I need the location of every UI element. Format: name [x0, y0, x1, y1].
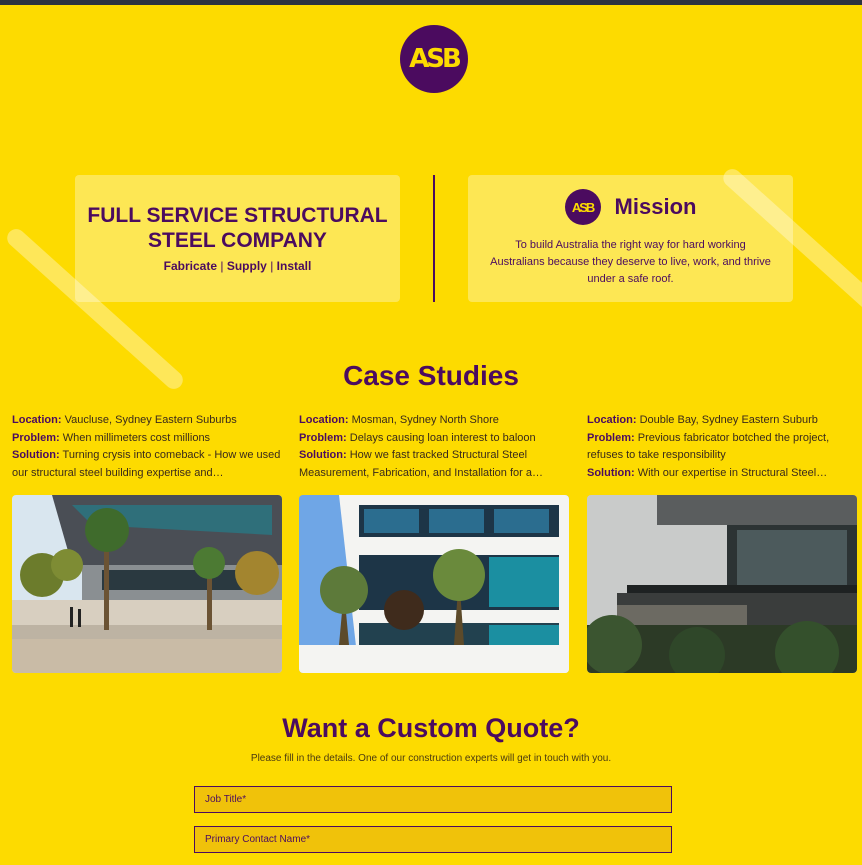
case-study-3-image[interactable]	[587, 495, 857, 673]
solution-label: Solution:	[299, 449, 347, 461]
mission-logo-text: ASB	[571, 199, 595, 215]
case-study-1-text[interactable]: Location: Vaucluse, Sydney Eastern Subur…	[12, 412, 282, 482]
vertical-divider	[433, 175, 435, 302]
services-links: Fabricate | Supply | Install	[75, 259, 400, 273]
separator: |	[220, 259, 224, 273]
quote-title: Want a Custom Quote?	[282, 713, 580, 743]
case-study-3-text[interactable]: Location: Double Bay, Sydney Eastern Sub…	[587, 412, 857, 482]
location-value: Mosman, Sydney North Shore	[351, 414, 499, 426]
case-study-2-text[interactable]: Location: Mosman, Sydney North Shore Pro…	[299, 412, 569, 482]
problem-value: When millimeters cost millions	[62, 431, 211, 444]
solution-value: With our expertise in Structural Steel…	[637, 466, 828, 479]
location-value: Vaucluse, Sydney Eastern Suburbs	[64, 414, 237, 426]
fabricate-link[interactable]: Fabricate	[164, 259, 217, 273]
case-studies-title: Case Studies	[343, 360, 519, 391]
solution-label: Solution:	[12, 449, 60, 461]
double-bay-building-photo	[587, 495, 857, 673]
mission-logo: ASB	[564, 189, 601, 225]
logo-text: ASB	[409, 44, 462, 74]
solution-label: Solution:	[587, 466, 635, 479]
company-card: FULL SERVICE STRUCTURAL STEEL COMPANY Fa…	[75, 175, 400, 302]
problem-label: Problem:	[299, 431, 347, 444]
mission-title: Mission	[614, 194, 697, 219]
job-title-input[interactable]	[194, 786, 672, 813]
mosman-building-photo	[299, 495, 569, 673]
supply-link[interactable]: Supply	[227, 259, 267, 273]
location-label: Location:	[12, 414, 62, 426]
brand-logo[interactable]: ASB	[400, 25, 468, 93]
company-headline: FULL SERVICE STRUCTURAL STEEL COMPANY	[87, 204, 388, 252]
location-label: Location:	[299, 414, 349, 426]
top-bar	[0, 0, 862, 5]
install-link[interactable]: Install	[277, 259, 312, 273]
primary-contact-name-input[interactable]	[194, 826, 672, 853]
mission-text: To build Australia the right way for har…	[490, 239, 771, 285]
location-label: Location:	[587, 414, 637, 426]
problem-value: Delays causing loan interest to baloon	[349, 431, 536, 444]
case-study-2-image[interactable]	[299, 495, 569, 673]
quote-subtitle: Please fill in the details. One of our c…	[250, 753, 612, 764]
problem-label: Problem:	[587, 431, 635, 444]
location-value: Double Bay, Sydney Eastern Suburb	[639, 414, 818, 426]
separator: |	[270, 259, 274, 273]
mission-card: ASB Mission To build Australia the right…	[468, 175, 793, 302]
vaucluse-building-photo	[12, 495, 282, 673]
case-study-1-image[interactable]	[12, 495, 282, 673]
problem-label: Problem:	[12, 431, 60, 444]
mission-header: ASB Mission	[468, 189, 793, 225]
